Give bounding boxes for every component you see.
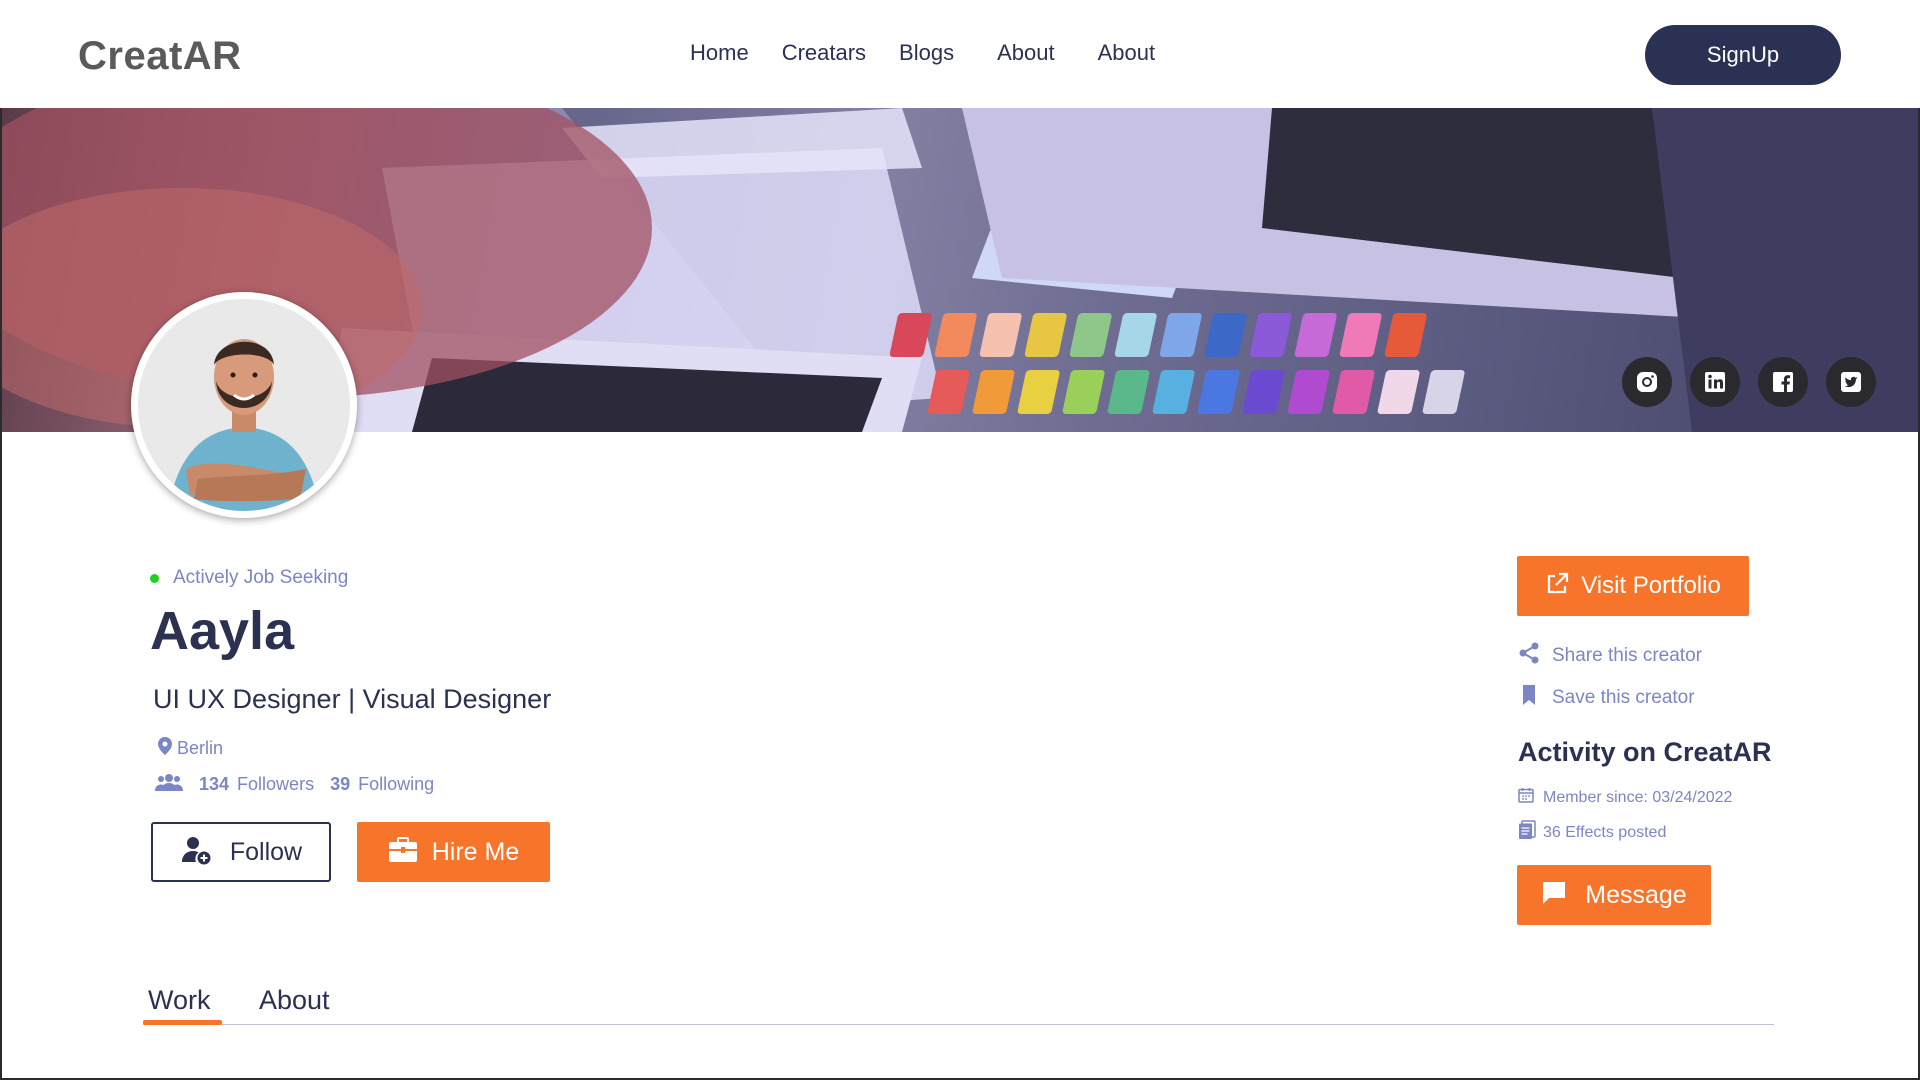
nav-creatars[interactable]: Creatars: [782, 40, 866, 66]
top-navbar: CreatAR Home Creatars Blogs About About …: [0, 0, 1920, 108]
job-status: Actively Job Seeking: [150, 567, 348, 589]
active-tab-indicator: [143, 1020, 222, 1025]
followers-label[interactable]: Followers: [237, 774, 314, 795]
profile-tabs: Work About: [143, 985, 1774, 1025]
location-text: Berlin: [177, 738, 224, 758]
social-links: [1622, 357, 1876, 407]
linkedin-icon[interactable]: [1690, 357, 1740, 407]
following-label[interactable]: Following: [358, 774, 434, 795]
nav-blogs[interactable]: Blogs: [899, 40, 954, 66]
creatar-logo[interactable]: CreatAR: [78, 34, 242, 78]
profile-role: UI UX Designer | Visual Designer: [153, 684, 552, 714]
logo-text: CreatAR: [78, 33, 242, 78]
bookmark-icon: [1518, 684, 1540, 711]
follow-button[interactable]: Follow: [151, 822, 331, 882]
message-button[interactable]: Message: [1517, 865, 1711, 925]
nav-about[interactable]: About: [997, 40, 1055, 66]
location: Berlin: [158, 737, 223, 760]
activity-title: Activity on CreatAR: [1518, 737, 1772, 767]
hire-label: Hire Me: [431, 837, 520, 866]
visit-portfolio-button[interactable]: Visit Portfolio: [1517, 556, 1749, 616]
instagram-icon[interactable]: [1622, 357, 1672, 407]
profile-name: Aayla: [150, 601, 295, 661]
status-text: Actively Job Seeking: [173, 567, 349, 588]
effects-text: 36 Effects posted: [1543, 823, 1667, 841]
users-icon: [155, 773, 183, 796]
status-dot: [150, 573, 159, 583]
chat-bubble-icon: [1541, 880, 1567, 911]
add-user-icon: [180, 834, 212, 871]
share-icon: [1518, 642, 1540, 669]
follow-label: Follow: [229, 837, 303, 866]
document-icon: [1518, 820, 1536, 845]
visit-label: Visit Portfolio: [1581, 572, 1721, 599]
main-nav: Home Creatars Blogs About About: [690, 40, 1188, 66]
share-label: Share this creator: [1552, 644, 1702, 666]
avatar: [131, 292, 357, 518]
member-since-text: Member since: 03/24/2022: [1543, 788, 1733, 806]
follow-stats: 134 Followers 39 Following: [155, 773, 434, 796]
following-count: 39: [330, 774, 351, 794]
followers-count: 134: [199, 774, 230, 794]
external-link-icon: [1545, 572, 1569, 601]
share-creator-link[interactable]: Share this creator: [1518, 642, 1702, 669]
briefcase-icon: [388, 836, 418, 868]
twitter-icon[interactable]: [1826, 357, 1876, 407]
message-label: Message: [1585, 880, 1687, 909]
save-label: Save this creator: [1552, 686, 1695, 708]
calendar-icon: [1518, 787, 1534, 808]
save-creator-link[interactable]: Save this creator: [1518, 684, 1695, 711]
avatar-photo: [138, 299, 350, 511]
nav-home[interactable]: Home: [690, 40, 749, 66]
tab-work[interactable]: Work: [148, 985, 211, 1016]
nav-about-2[interactable]: About: [1098, 40, 1156, 66]
tab-about[interactable]: About: [259, 985, 330, 1016]
signup-button[interactable]: SignUp: [1645, 25, 1841, 85]
location-pin-icon: [158, 737, 172, 760]
effects-posted: 36 Effects posted: [1518, 820, 1666, 845]
hire-me-button[interactable]: Hire Me: [357, 822, 550, 882]
facebook-icon[interactable]: [1758, 357, 1808, 407]
member-since: Member since: 03/24/2022: [1518, 787, 1732, 808]
